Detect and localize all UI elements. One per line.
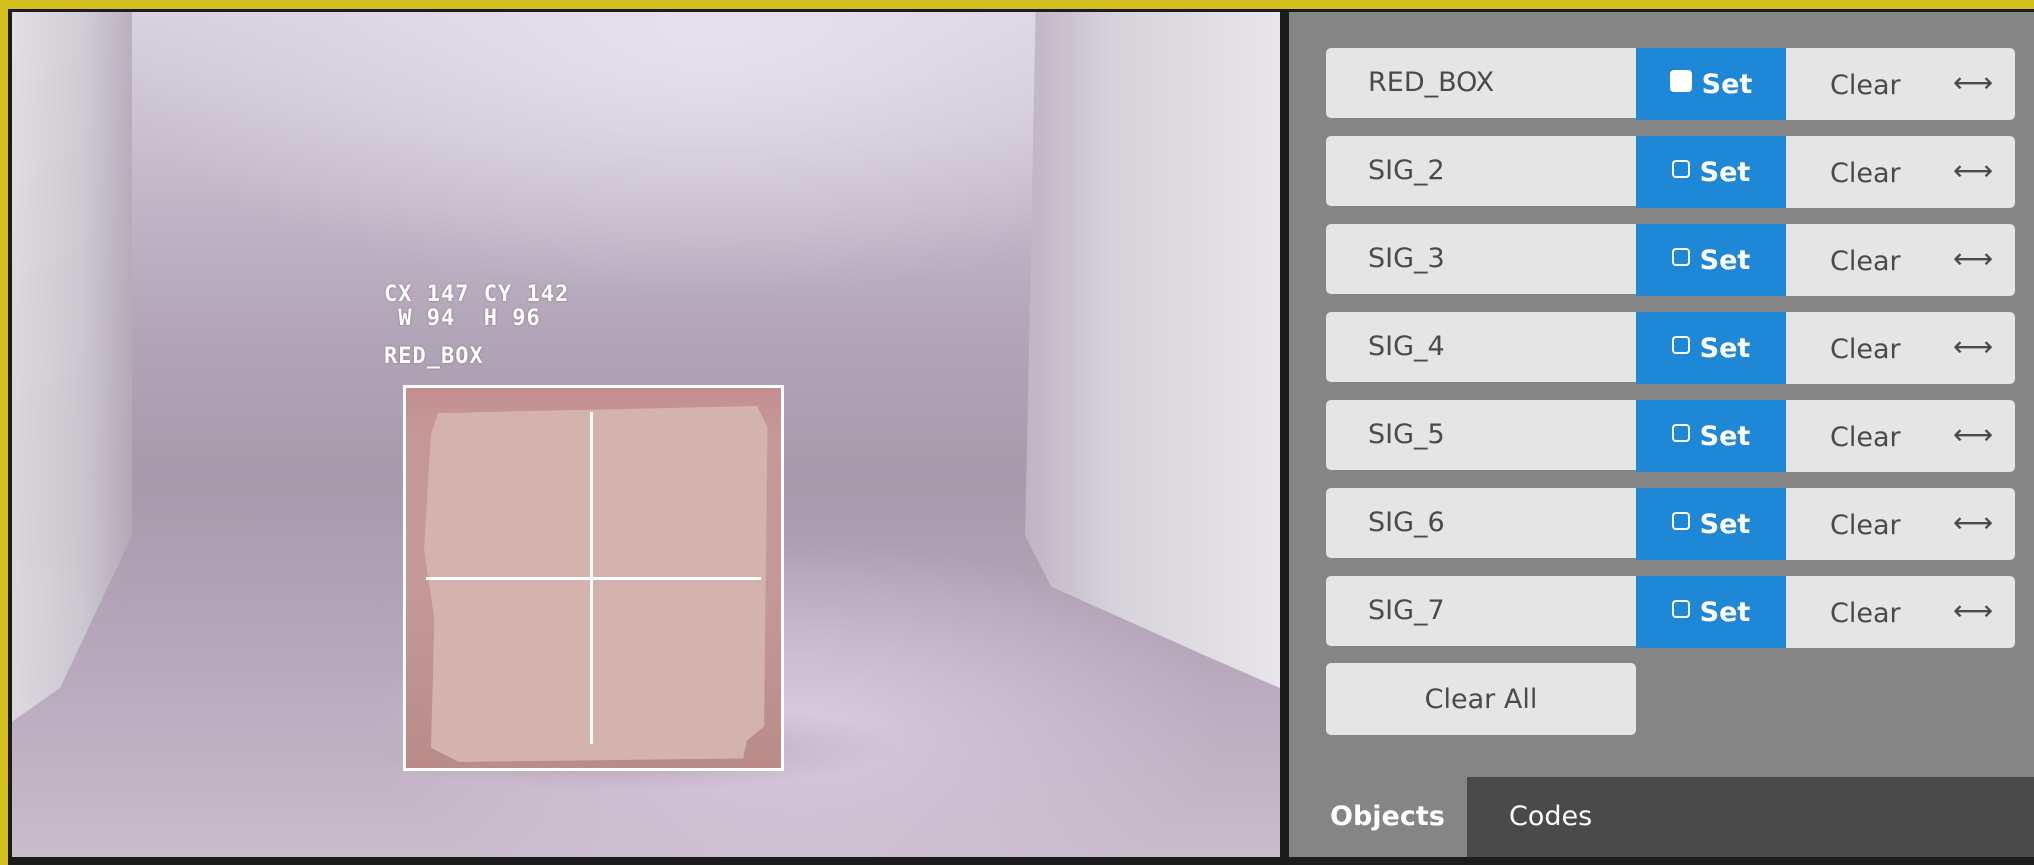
left-right-arrow-icon[interactable]: ⟷	[1953, 48, 1993, 118]
left-right-arrow-icon[interactable]: ⟷	[1953, 488, 1993, 558]
signature-name[interactable]: SIG_3	[1326, 224, 1636, 294]
signatures-panel: RED_BOX Set Clear ⟷ SIG_2 Set Clear ⟷ SI…	[1289, 12, 2034, 857]
clear-button[interactable]: Clear ⟷	[1786, 488, 2015, 560]
panel-divider	[1280, 9, 1288, 865]
set-button-label: Set	[1699, 596, 1751, 628]
checkbox-icon	[1671, 160, 1690, 178]
signature-row-sig-3: SIG_3 Set Clear ⟷	[1326, 224, 2015, 296]
set-button[interactable]: Set	[1636, 400, 1786, 472]
tab-bar: Objects Codes	[1289, 777, 2034, 857]
detection-bounding-box	[403, 385, 784, 771]
overlay-dimensions: W 94 H 96	[384, 306, 541, 331]
set-button-label: Set	[1699, 332, 1751, 364]
left-right-arrow-icon[interactable]: ⟷	[1953, 400, 1993, 470]
clear-button-label: Clear	[1830, 246, 1901, 277]
left-right-arrow-icon[interactable]: ⟷	[1953, 312, 1993, 382]
window-border-left	[0, 0, 8, 865]
checkbox-checked-icon	[1669, 70, 1692, 92]
clear-button-label: Clear	[1830, 422, 1901, 453]
checkbox-icon	[1671, 424, 1690, 442]
signature-row-sig-7: SIG_7 Set Clear ⟷	[1326, 576, 2015, 648]
overlay-coordinates: CX 147 CY 142	[384, 282, 570, 307]
set-button[interactable]: Set	[1636, 488, 1786, 560]
left-right-arrow-icon[interactable]: ⟷	[1953, 576, 1993, 646]
clear-button-label: Clear	[1830, 598, 1901, 629]
signature-name[interactable]: SIG_4	[1326, 312, 1636, 382]
signature-name[interactable]: RED_BOX	[1326, 48, 1636, 118]
set-button[interactable]: Set	[1636, 576, 1786, 648]
signature-name[interactable]: SIG_7	[1326, 576, 1636, 646]
set-button-label: Set	[1699, 420, 1751, 452]
signature-row-sig-6: SIG_6 Set Clear ⟷	[1326, 488, 2015, 560]
camera-view: CX 147 CY 142 W 94 H 96 RED_BOX	[12, 12, 1280, 857]
clear-button-label: Clear	[1830, 158, 1901, 189]
signature-name[interactable]: SIG_6	[1326, 488, 1636, 558]
checkbox-icon	[1671, 600, 1690, 618]
clear-button[interactable]: Clear ⟷	[1786, 224, 2015, 296]
signature-name[interactable]: SIG_5	[1326, 400, 1636, 470]
set-button[interactable]: Set	[1636, 224, 1786, 296]
set-button[interactable]: Set	[1636, 48, 1786, 120]
clear-button[interactable]: Clear ⟷	[1786, 400, 2015, 472]
set-button[interactable]: Set	[1636, 136, 1786, 208]
signature-row-sig-2: SIG_2 Set Clear ⟷	[1326, 136, 2015, 208]
clear-button-label: Clear	[1830, 510, 1901, 541]
set-button-label: Set	[1701, 68, 1753, 100]
set-button[interactable]: Set	[1636, 312, 1786, 384]
left-right-arrow-icon[interactable]: ⟷	[1953, 224, 1993, 294]
clear-all-button[interactable]: Clear All	[1326, 663, 1636, 735]
clear-button-label: Clear	[1830, 70, 1901, 101]
clear-button[interactable]: Clear ⟷	[1786, 312, 2015, 384]
signature-row-sig-5: SIG_5 Set Clear ⟷	[1326, 400, 2015, 472]
signature-row-red-box: RED_BOX Set Clear ⟷	[1326, 48, 2015, 120]
checkbox-icon	[1671, 248, 1690, 266]
set-button-label: Set	[1699, 508, 1751, 540]
clear-button[interactable]: Clear ⟷	[1786, 136, 2015, 208]
set-button-label: Set	[1699, 156, 1751, 188]
detected-object-label: RED_BOX	[384, 344, 484, 369]
tab-codes[interactable]: Codes	[1467, 777, 1627, 857]
left-right-arrow-icon[interactable]: ⟷	[1953, 136, 1993, 206]
detected-object-region	[424, 406, 768, 762]
crosshair-horizontal	[426, 577, 761, 580]
camera-wall-right	[1025, 12, 1280, 688]
clear-button[interactable]: Clear ⟷	[1786, 48, 2015, 120]
checkbox-icon	[1671, 512, 1690, 530]
checkbox-icon	[1671, 336, 1690, 354]
clear-button-label: Clear	[1830, 334, 1901, 365]
set-button-label: Set	[1699, 244, 1751, 276]
crosshair-vertical	[590, 412, 593, 744]
signature-row-sig-4: SIG_4 Set Clear ⟷	[1326, 312, 2015, 384]
camera-wall-left	[12, 12, 132, 722]
signature-name[interactable]: SIG_2	[1326, 136, 1636, 206]
window-border-top	[0, 0, 2034, 9]
clear-button[interactable]: Clear ⟷	[1786, 576, 2015, 648]
tab-objects[interactable]: Objects	[1289, 777, 1467, 857]
